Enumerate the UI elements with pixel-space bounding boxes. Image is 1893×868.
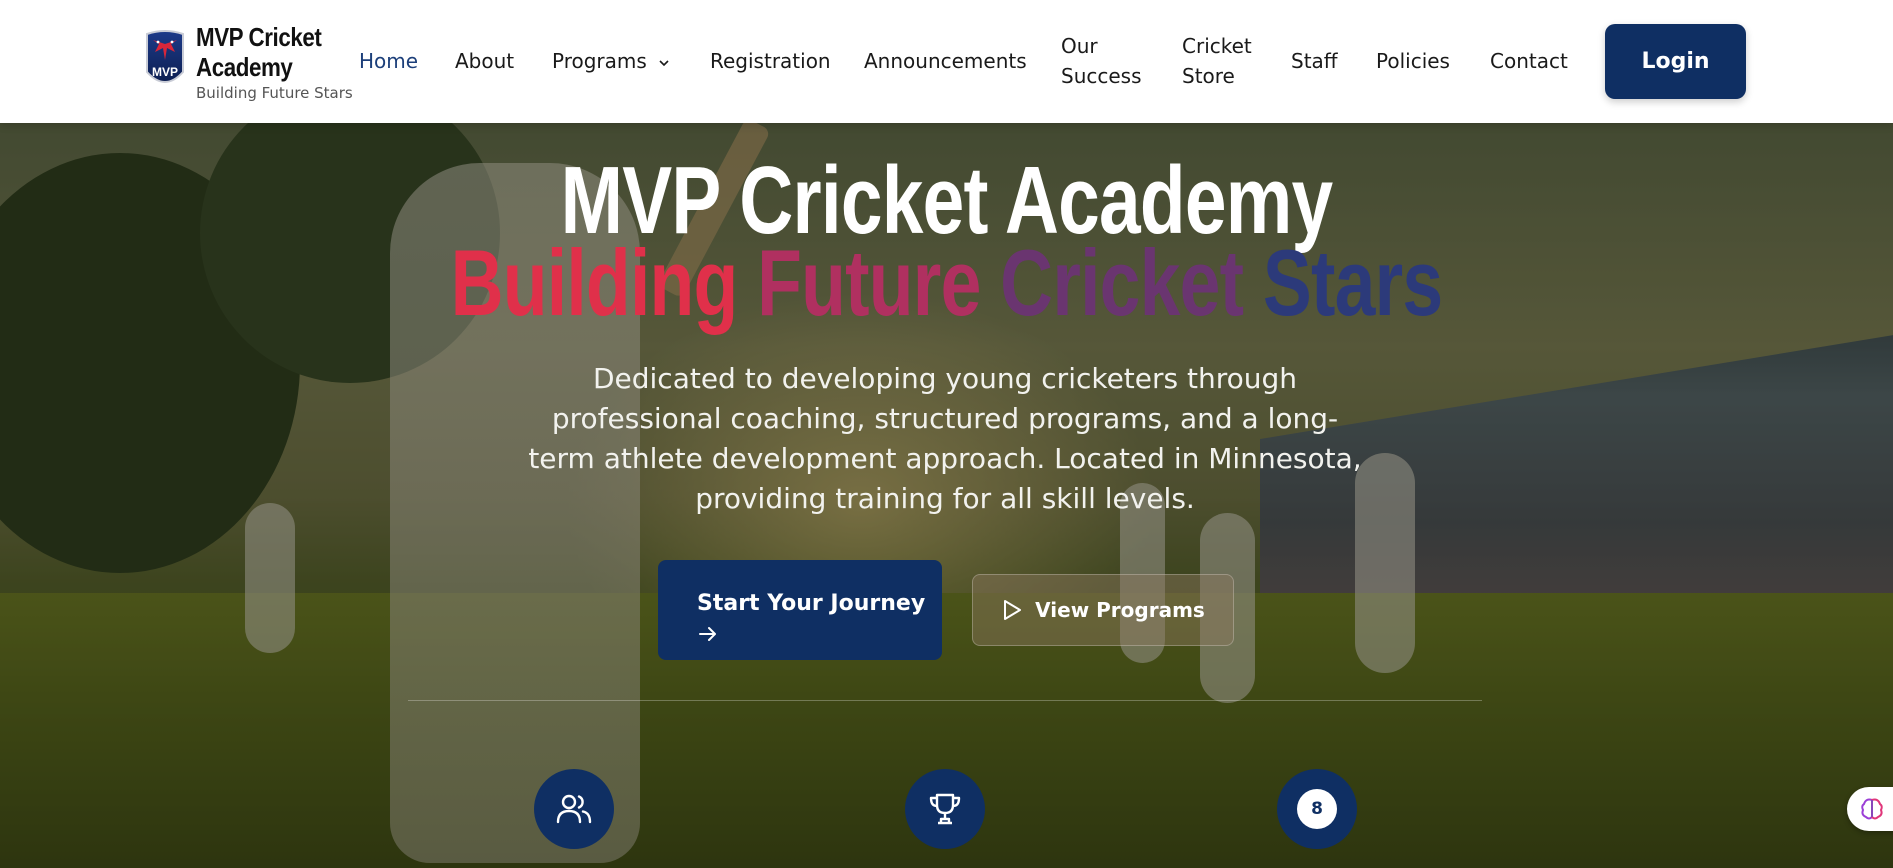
- hero-subtitle-word: Building: [450, 230, 739, 335]
- brand-tagline: Building Future Stars: [196, 84, 353, 102]
- nav-policies[interactable]: Policies: [1376, 46, 1450, 76]
- nav-announcements[interactable]: Announcements: [864, 46, 1027, 76]
- stat-achievements: [905, 769, 985, 849]
- start-journey-label: Start Your Journey: [697, 590, 926, 616]
- academy-logo: MVP: [146, 30, 184, 83]
- stat-badge: 8: [1277, 769, 1357, 849]
- login-button[interactable]: Login: [1605, 24, 1746, 99]
- chevron-down-icon: [659, 59, 669, 66]
- nav-our-success[interactable]: Our Success: [1061, 31, 1151, 91]
- nav-programs[interactable]: Programs: [552, 46, 669, 76]
- hero-subtitle-word: Stars: [1262, 230, 1443, 335]
- brand-name: MVP Cricket Academy: [196, 22, 322, 82]
- play-icon: [1004, 600, 1022, 620]
- logo-text: MVP: [152, 65, 178, 79]
- hero-subtitle-word: Cricket: [1000, 230, 1244, 335]
- nav-registration[interactable]: Registration: [710, 46, 831, 76]
- arrow-right-icon: [699, 626, 716, 641]
- view-programs-label: View Programs: [1035, 598, 1205, 622]
- view-programs-button[interactable]: View Programs: [972, 574, 1234, 646]
- hero-subtitle: Building Future Cricket Stars: [208, 233, 1685, 333]
- stat-badge-number: 8: [1297, 789, 1337, 829]
- nav-staff[interactable]: Staff: [1291, 46, 1338, 76]
- start-journey-button[interactable]: Start Your Journey: [658, 560, 942, 660]
- users-icon: [556, 794, 592, 824]
- nav-cricket-store[interactable]: Cricket Store: [1182, 31, 1262, 91]
- nav-about[interactable]: About: [455, 46, 514, 76]
- hero-description: Dedicated to developing young cricketers…: [528, 362, 1362, 515]
- brand[interactable]: MVP MVP Cricket Academy Building Future …: [143, 22, 353, 102]
- hero-divider: [408, 700, 1482, 701]
- stat-students: [534, 769, 614, 849]
- nav-contact[interactable]: Contact: [1490, 46, 1568, 76]
- hero-subtitle-word: Future: [757, 230, 981, 335]
- nav-home[interactable]: Home: [359, 46, 418, 76]
- trophy-icon: [929, 793, 961, 825]
- nav-programs-label: Programs: [552, 49, 647, 73]
- hero-section: MVP Cricket Academy Building Future Cric…: [0, 123, 1893, 868]
- brain-icon: [1861, 798, 1883, 820]
- site-header: MVP MVP Cricket Academy Building Future …: [0, 0, 1893, 123]
- ai-assistant-widget[interactable]: [1847, 787, 1893, 831]
